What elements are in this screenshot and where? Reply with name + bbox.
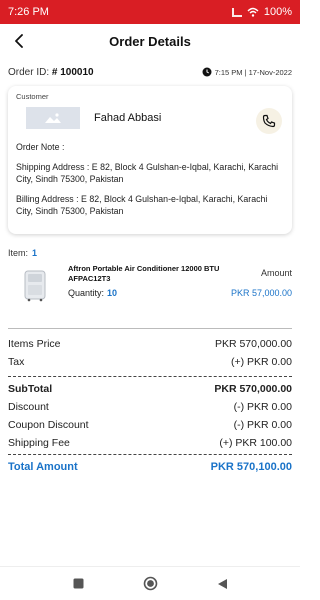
recent-apps-button[interactable]: [68, 574, 88, 594]
order-id-label: Order ID:: [8, 66, 52, 78]
total-amount-label: Total Amount: [8, 461, 78, 473]
item-count-label: Item:: [8, 248, 29, 258]
total-amount-value: PKR 570,100.00: [210, 461, 292, 473]
product-quantity: Quantity: 10: [68, 288, 117, 298]
phone-icon: [262, 114, 276, 128]
status-bar: 7:26 PM 100%: [0, 0, 300, 24]
product-price: PKR 57,000.00: [230, 288, 292, 298]
arrow-left-icon: [15, 34, 23, 48]
tax-row: Tax (+) PKR 0.00: [0, 353, 300, 371]
subtotal-label: SubTotal: [8, 383, 53, 395]
status-time: 7:26 PM: [8, 6, 49, 18]
discount-label: Discount: [8, 401, 49, 413]
air-conditioner-image: [24, 270, 46, 302]
order-id-value: # 100010: [51, 66, 94, 78]
system-back-button[interactable]: [212, 574, 232, 594]
image-placeholder-icon: [45, 113, 61, 123]
triangle-icon: [217, 578, 227, 589]
subtotal-row: SubTotal PKR 570,000.00: [0, 380, 300, 398]
order-id: Order ID: # 100010: [8, 67, 94, 78]
shipping-fee-value: (+) PKR 100.00: [219, 437, 292, 449]
shipping-fee-row: Shipping Fee (+) PKR 100.00: [0, 434, 300, 452]
items-price-label: Items Price: [8, 338, 61, 350]
square-icon: [73, 578, 83, 589]
billing-address: Billing Address : E 82, Block 4 Gulshan-…: [16, 194, 268, 216]
item-count: Item: 1: [0, 248, 300, 258]
avatar: [26, 107, 80, 129]
order-datetime-text: 7:15 PM | 17-Nov-2022: [214, 67, 292, 77]
customer-row: Fahad Abbasi: [16, 105, 284, 131]
signal-icon: [231, 7, 242, 17]
page-title: Order Details: [109, 33, 191, 49]
discount-row: Discount (-) PKR 0.00: [0, 398, 300, 416]
order-datetime: 7:15 PM | 17-Nov-2022: [202, 67, 292, 77]
coupon-discount-label: Coupon Discount: [8, 419, 89, 431]
call-button[interactable]: [256, 108, 282, 134]
order-info-row: Order ID: # 100010 7:15 PM | 17-Nov-2022: [0, 58, 300, 86]
quantity-label: Quantity:: [68, 288, 105, 298]
total-amount-row: Total Amount PKR 570,100.00: [0, 458, 300, 476]
tax-value: (+) PKR 0.00: [231, 356, 292, 368]
product-row[interactable]: Aftron Portable Air Conditioner 12000 BT…: [0, 264, 300, 328]
subtotal-value: PKR 570,000.00: [214, 383, 292, 395]
battery-level: 100%: [263, 6, 292, 18]
system-nav-bar: [0, 566, 300, 600]
amount-label: Amount: [260, 268, 292, 278]
tax-label: Tax: [8, 356, 25, 368]
status-icons: 100%: [231, 6, 292, 18]
discount-value: (-) PKR 0.00: [233, 401, 292, 413]
items-price-value: PKR 570,000.00: [214, 338, 292, 350]
wifi-icon: [247, 7, 259, 17]
shipping-address: Shipping Address : E 82, Block 4 Gulshan…: [16, 162, 279, 184]
customer-card: Customer Fahad Abbasi Order Note : Shipp…: [8, 86, 292, 234]
shipping-fee-label: Shipping Fee: [8, 437, 70, 449]
customer-label: Customer: [16, 92, 49, 101]
product-name: Aftron Portable Air Conditioner 12000 BT…: [68, 264, 220, 283]
coupon-discount-value: (-) PKR 0.00: [233, 419, 292, 431]
coupon-discount-row: Coupon Discount (-) PKR 0.00: [0, 416, 300, 434]
customer-name: Fahad Abbasi: [94, 112, 162, 124]
circle-icon: [143, 576, 157, 591]
clock-icon: [202, 67, 212, 77]
home-button[interactable]: [140, 574, 160, 594]
item-count-value: 1: [32, 248, 38, 258]
back-button[interactable]: [6, 28, 32, 54]
quantity-value: 10: [107, 288, 118, 298]
items-price-row: Items Price PKR 570,000.00: [0, 335, 300, 353]
order-note: Order Note :: [16, 142, 65, 152]
app-header: Order Details: [0, 24, 300, 58]
